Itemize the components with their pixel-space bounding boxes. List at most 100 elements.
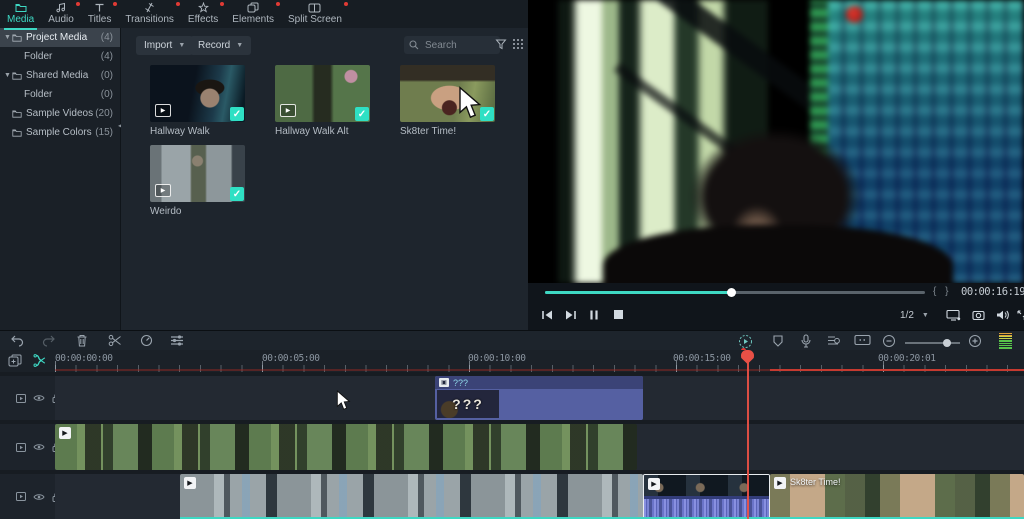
- folder-icon: [15, 2, 27, 13]
- media-item-hallway-walk[interactable]: ▶ ✓: [150, 65, 245, 122]
- preview-player[interactable]: [528, 0, 1024, 283]
- track-lane[interactable]: ▶: [55, 424, 1024, 470]
- media-item-label: Hallway Walk: [150, 126, 260, 137]
- track-size-icon[interactable]: [854, 334, 871, 346]
- track-video-2: ▶: [0, 424, 1024, 470]
- tab-audio[interactable]: Audio: [41, 0, 81, 30]
- chevron-down-icon: ▼: [236, 42, 243, 49]
- speaker-volume-icon[interactable]: [996, 309, 1009, 321]
- media-item-label: Sk8ter Time!: [400, 126, 510, 137]
- redo-icon[interactable]: [42, 334, 56, 347]
- sidebar-item-folder-1[interactable]: Folder (4): [0, 47, 120, 66]
- media-item-hallway-walk-alt[interactable]: ▶ ✓: [275, 65, 370, 122]
- search-input[interactable]: [423, 39, 495, 52]
- import-label: Import: [144, 40, 172, 51]
- tab-transitions[interactable]: Transitions: [118, 0, 181, 30]
- track-lane[interactable]: ▣ ??? ???: [55, 376, 1024, 420]
- notification-dot: [176, 2, 180, 6]
- manage-tracks-icon[interactable]: [8, 354, 22, 367]
- timeline-zoom-slider[interactable]: [905, 342, 960, 344]
- track-visibility-eye-icon[interactable]: [33, 394, 45, 402]
- record-label: Record: [198, 40, 230, 51]
- media-item-weirdo[interactable]: ▶ ✓: [150, 145, 245, 202]
- clip-weirdo[interactable]: ▶: [180, 474, 643, 519]
- clip-selected-with-audio[interactable]: ▶: [643, 474, 770, 519]
- pause-button[interactable]: [589, 309, 599, 321]
- clip-hallway-walk-alt[interactable]: ▶: [55, 424, 637, 470]
- marker-shield-icon[interactable]: [772, 334, 784, 348]
- speed-dial-icon[interactable]: [140, 334, 153, 347]
- display-device-icon[interactable]: [946, 309, 961, 321]
- fullscreen-expand-icon[interactable]: [1016, 309, 1024, 321]
- unrendered-indicator-line-hot: [770, 369, 1024, 371]
- sidebar-item-label: Folder: [24, 51, 52, 62]
- play-badge-icon: ▶: [59, 427, 71, 439]
- media-item-label: Weirdo: [150, 206, 260, 217]
- previous-frame-button[interactable]: [540, 309, 553, 321]
- zoom-slider-handle[interactable]: [943, 339, 951, 347]
- record-button[interactable]: Record ▼: [190, 36, 251, 55]
- audio-mixer-icon[interactable]: [826, 334, 840, 347]
- checkmark-icon: ✓: [480, 107, 494, 121]
- top-toolbar: Media Audio Titles Transitions Effects E…: [0, 0, 528, 28]
- track-visibility-eye-icon[interactable]: [33, 443, 45, 451]
- track-header: [0, 424, 55, 470]
- adjust-sliders-icon[interactable]: [170, 334, 184, 347]
- media-item-sk8ter-time[interactable]: ✓: [400, 65, 495, 122]
- playback-bar: { } 00:00:16:19 1/2 ▼: [528, 283, 1024, 330]
- next-frame-button[interactable]: [565, 309, 578, 321]
- sidebar-item-sample-videos[interactable]: Sample Videos (20): [0, 104, 120, 123]
- tab-label: Audio: [48, 14, 74, 25]
- snapshot-camera-icon[interactable]: [972, 309, 985, 321]
- voiceover-mic-icon[interactable]: [800, 334, 812, 348]
- sidebar-item-sample-colors[interactable]: Sample Colors (15): [0, 123, 120, 142]
- checkmark-icon: ✓: [230, 187, 244, 201]
- effects-star-icon: [198, 2, 209, 13]
- undo-icon[interactable]: [10, 334, 24, 347]
- sidebar-item-folder-2[interactable]: Folder (0): [0, 85, 120, 104]
- expander-caret-icon[interactable]: ▼: [4, 72, 12, 79]
- track-visibility-eye-icon[interactable]: [33, 493, 45, 501]
- seek-bar[interactable]: [545, 291, 925, 294]
- zoom-out-icon[interactable]: [882, 334, 896, 348]
- track-lane[interactable]: ▶ ▶ ▶ Sk8ter Time!: [55, 474, 1024, 519]
- seek-bar-fill: [545, 291, 731, 294]
- folder-icon: [12, 72, 22, 80]
- play-badge-icon: ▶: [184, 477, 196, 489]
- checkmark-icon: ✓: [355, 107, 369, 121]
- tab-elements[interactable]: Elements: [225, 0, 281, 30]
- layers-icon: [247, 2, 259, 13]
- tab-split-screen[interactable]: Split Screen: [281, 0, 349, 30]
- delete-trash-icon[interactable]: [76, 334, 88, 347]
- item-count: (4): [101, 51, 113, 62]
- folder-icon: [12, 129, 22, 137]
- track-header: [0, 474, 55, 519]
- tab-media[interactable]: Media: [0, 0, 41, 30]
- tab-titles[interactable]: Titles: [81, 0, 119, 30]
- clip-thumbnail: ???: [437, 390, 499, 418]
- split-scissors-icon[interactable]: [108, 334, 122, 347]
- mark-in-out-icon[interactable]: { }: [933, 286, 951, 297]
- sidebar-item-project-media[interactable]: ▼ Project Media (4): [0, 28, 120, 47]
- sidebar-item-label: Project Media: [26, 32, 87, 43]
- playback-quality-dropdown[interactable]: 1/2 ▼: [900, 310, 929, 321]
- view-grid-icon[interactable]: [512, 38, 524, 50]
- search-box[interactable]: [404, 36, 500, 54]
- folder-icon: [12, 34, 22, 42]
- clip-overlay-mystery[interactable]: ▣ ??? ???: [435, 376, 643, 420]
- seek-handle[interactable]: [727, 288, 736, 297]
- render-preview-icon[interactable]: [738, 334, 753, 349]
- video-track-icon: [16, 492, 26, 501]
- audio-level-meter[interactable]: [999, 333, 1012, 349]
- filter-funnel-icon[interactable]: [495, 38, 507, 50]
- zoom-in-icon[interactable]: [968, 334, 982, 348]
- chevron-down-icon: ▼: [922, 312, 929, 319]
- tab-effects[interactable]: Effects: [181, 0, 225, 30]
- tab-label: Effects: [188, 14, 218, 25]
- sidebar-item-shared-media[interactable]: ▼ Shared Media (0): [0, 66, 120, 85]
- stop-button[interactable]: [613, 309, 624, 320]
- clip-sk8ter-time[interactable]: ▶ Sk8ter Time!: [770, 474, 1024, 519]
- auto-ripple-icon[interactable]: [32, 354, 46, 367]
- import-button[interactable]: Import ▼: [136, 36, 193, 55]
- expander-caret-icon[interactable]: ▼: [4, 34, 12, 41]
